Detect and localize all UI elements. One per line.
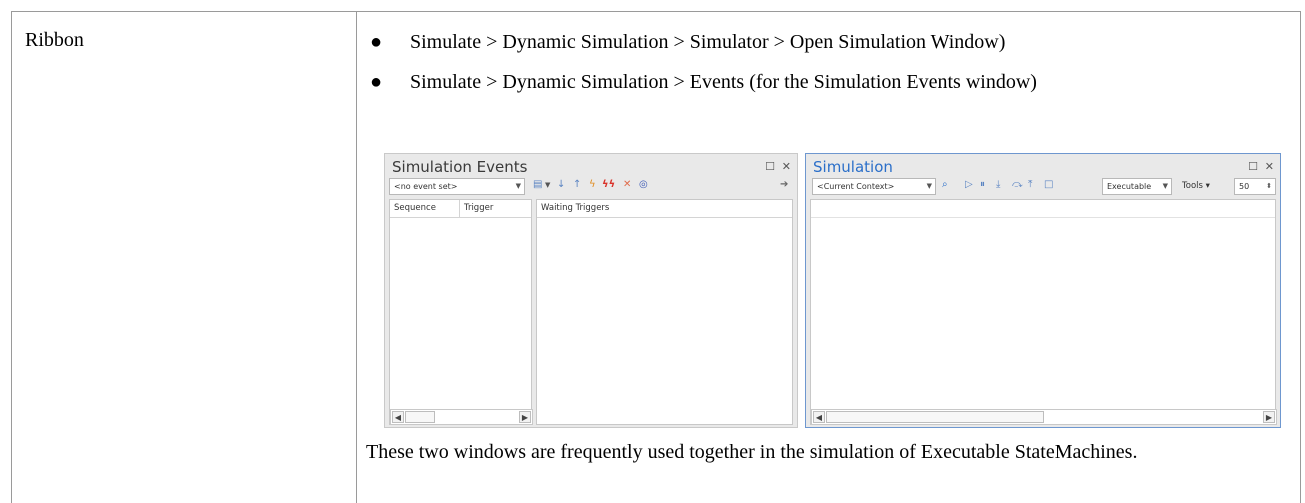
horizontal-scrollbar[interactable]: ◀ ▶ (811, 409, 1277, 425)
double-lightning-icon[interactable]: ϟϟ (602, 179, 615, 190)
event-set-select[interactable]: <no event set> ▼ (389, 178, 525, 195)
row-label: Ribbon (25, 29, 84, 51)
context-select[interactable]: <Current Context> ▼ (812, 178, 936, 195)
lightning-icon[interactable]: ϟ (589, 179, 596, 190)
close-icon[interactable]: ✕ (782, 160, 791, 173)
delete-icon[interactable]: ✕ (623, 179, 631, 190)
target-icon[interactable]: ◎ (639, 179, 648, 190)
window-title: Simulation Events (392, 158, 528, 176)
simulation-events-window: Simulation Events ☐ ✕ <no event set> ▼ ▤ … (384, 153, 798, 428)
simulation-window: Simulation ☐ ✕ <Current Context> ▼ ⌕ ▷ ⏸ … (805, 153, 1281, 428)
sequence-pane: Sequence Trigger ◀ ▶ (389, 199, 533, 425)
step-over-icon[interactable]: ⤼ (1012, 179, 1023, 190)
column-divider (356, 12, 357, 503)
step-out-icon[interactable]: ⤒ (1028, 179, 1032, 190)
column-header[interactable]: Waiting Triggers (537, 200, 792, 218)
chevron-down-icon: ▼ (515, 182, 521, 190)
column-header[interactable]: Trigger (460, 200, 531, 218)
list-icon[interactable]: ▤ (533, 179, 542, 190)
bullet-icon: ● (370, 31, 383, 53)
simulation-output-pane: ◀ ▶ (810, 199, 1277, 425)
scroll-right-icon[interactable]: ▶ (1263, 411, 1275, 423)
pause-icon[interactable]: ⏸ (980, 179, 985, 190)
up-arrow-icon[interactable]: ↑ (573, 179, 581, 190)
scroll-thumb[interactable] (826, 411, 1044, 423)
dropdown-arrow-icon[interactable]: ▼ (545, 181, 550, 189)
search-icon[interactable]: ⌕ (942, 179, 948, 190)
bullet-item: ● Simulate > Dynamic Simulation > Simulat… (370, 31, 1006, 53)
tools-menu[interactable]: Tools ▾ (1182, 181, 1210, 191)
maximize-icon[interactable]: ☐ (765, 160, 775, 173)
export-icon[interactable]: ➔ (780, 179, 788, 190)
window-title: Simulation (813, 158, 893, 176)
spin-icon: ⬍ (1266, 182, 1272, 190)
speed-input[interactable]: 50 ⬍ (1234, 178, 1276, 195)
close-icon[interactable]: ✕ (1265, 160, 1274, 173)
scroll-left-icon[interactable]: ◀ (392, 411, 404, 423)
stop-icon[interactable]: □ (1044, 179, 1053, 190)
output-header (811, 200, 1275, 218)
simulation-toolbar: <Current Context> ▼ ⌕ ▷ ⏸ ⤓ ⤼ ⤒ □ Executa… (810, 178, 1276, 197)
column-header[interactable]: Sequence (390, 200, 460, 218)
chevron-down-icon: ▼ (1162, 182, 1168, 190)
mode-select[interactable]: Executable ▼ (1102, 178, 1172, 195)
waiting-triggers-pane: Waiting Triggers (536, 199, 793, 425)
bullet-item: ● Simulate > Dynamic Simulation > Events … (370, 71, 1037, 93)
bullet-icon: ● (370, 71, 383, 93)
maximize-icon[interactable]: ☐ (1248, 160, 1258, 173)
run-icon[interactable]: ▷ (965, 179, 973, 190)
note-text: These two windows are frequently used to… (366, 441, 1138, 463)
scroll-right-icon[interactable]: ▶ (519, 411, 531, 423)
events-toolbar: <no event set> ▼ ▤ ▼ ↓ ↑ ϟ ϟϟ ✕ ◎ ➔ (389, 178, 793, 197)
scroll-left-icon[interactable]: ◀ (813, 411, 825, 423)
scroll-thumb[interactable] (405, 411, 435, 423)
step-in-icon[interactable]: ⤓ (996, 179, 1000, 190)
chevron-down-icon: ▼ (926, 182, 932, 190)
bullet-list: ● Simulate > Dynamic Simulation > Simulat… (366, 29, 1286, 109)
horizontal-scrollbar[interactable]: ◀ ▶ (390, 409, 533, 425)
down-arrow-icon[interactable]: ↓ (557, 179, 565, 190)
